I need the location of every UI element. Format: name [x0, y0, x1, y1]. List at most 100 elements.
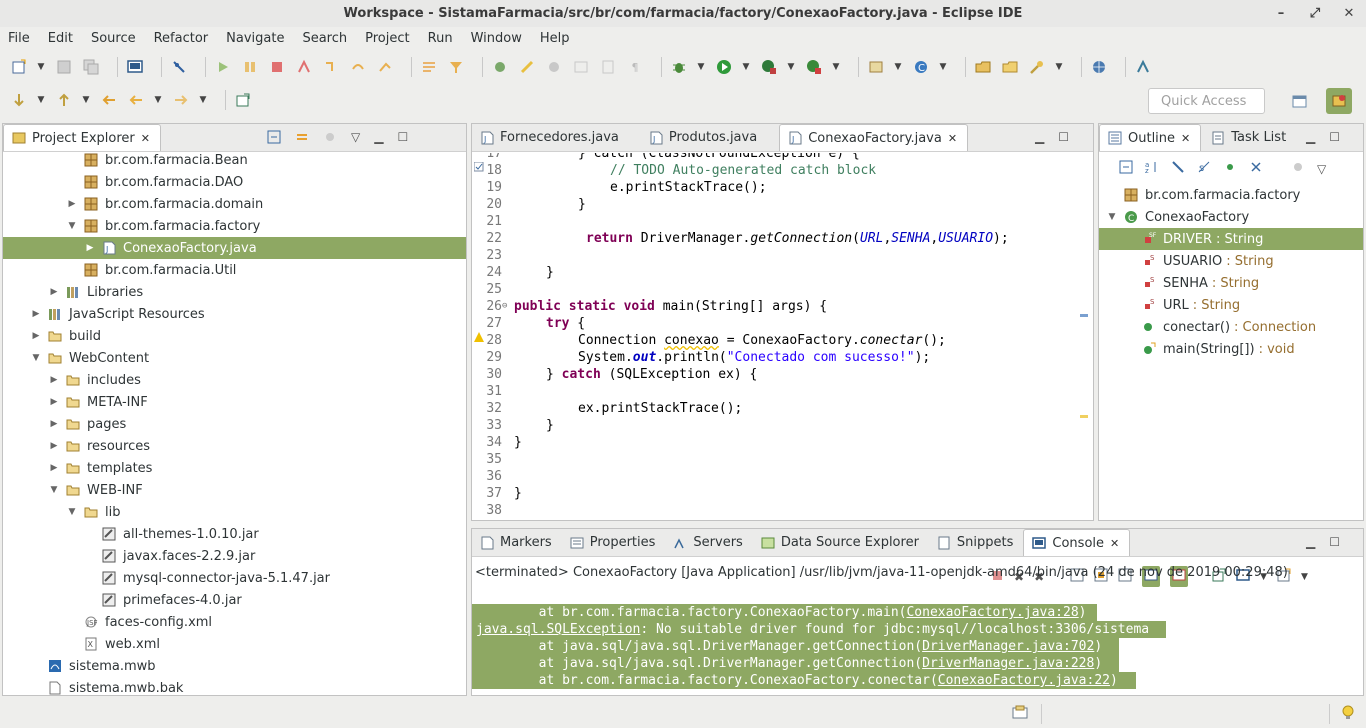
debug-dropdown-icon[interactable]: ▼ — [697, 59, 705, 75]
block-selection-icon[interactable] — [545, 59, 563, 75]
previous-annotation-dropdown-icon[interactable]: ▼ — [82, 92, 90, 108]
stack-trace-link[interactable]: DriverManager.java:702 — [922, 639, 1094, 654]
menu-search[interactable]: Search — [302, 31, 347, 46]
run-dropdown-icon[interactable]: ▼ — [742, 59, 750, 75]
previous-annotation-icon[interactable] — [55, 92, 73, 108]
step-over-icon[interactable] — [349, 59, 367, 75]
menu-refactor[interactable]: Refactor — [154, 31, 209, 46]
console-output[interactable]: at br.com.farmacia.factory.ConexaoFactor… — [472, 604, 1363, 695]
last-edit-location-icon[interactable] — [100, 92, 118, 108]
toggle-breakpoint-icon[interactable] — [491, 59, 509, 75]
menu-file[interactable]: File — [8, 31, 30, 46]
overview-ruler-warning[interactable] — [1080, 415, 1088, 418]
tree-item[interactable]: ▶ Libraries — [3, 281, 466, 303]
workspace-status-icon[interactable] — [1012, 705, 1030, 725]
collapse-arrow-icon[interactable]: ▼ — [49, 485, 59, 495]
maximize-view-icon[interactable]: ☐ — [1058, 130, 1069, 144]
outline-item[interactable]: ▼ C ConexaoFactory — [1099, 206, 1363, 228]
new-java-class-icon[interactable]: C — [912, 59, 930, 75]
skip-breakpoints-icon[interactable] — [170, 59, 188, 75]
collapse-arrow-icon[interactable]: ▼ — [67, 221, 77, 231]
tree-item[interactable]: JSF faces-config.xml — [3, 611, 466, 633]
view-menu-icon[interactable]: ▽ — [1317, 162, 1326, 176]
tab-conexaofactory[interactable]: J ConexaoFactory.java ✕ — [779, 124, 969, 151]
new-class-dropdown-icon[interactable]: ▼ — [939, 59, 947, 75]
expand-arrow-icon[interactable]: ▶ — [49, 375, 59, 385]
tab-servers[interactable]: Servers — [665, 529, 752, 556]
run-icon[interactable] — [715, 59, 733, 75]
tree-item-selected[interactable]: ▶ J ConexaoFactory.java — [3, 237, 466, 259]
overview-ruler-marker[interactable] — [1080, 314, 1088, 317]
open-type-icon[interactable] — [974, 59, 992, 75]
step-return-icon[interactable] — [376, 59, 394, 75]
hide-static-icon[interactable]: s — [1197, 160, 1211, 177]
new-dropdown-icon[interactable]: ▼ — [37, 59, 45, 75]
tree-item[interactable]: ▶ includes — [3, 369, 466, 391]
suspend-icon[interactable] — [241, 59, 259, 75]
filters-icon[interactable] — [323, 130, 337, 147]
code-editor[interactable]: 17} catch (ClassNotFoundException e) { 1… — [472, 153, 1093, 520]
tree-item[interactable]: primefaces-4.0.jar — [3, 589, 466, 611]
collapse-arrow-icon[interactable]: ▼ — [31, 353, 41, 363]
close-icon[interactable]: ✕ — [1181, 132, 1190, 145]
minimize-view-icon[interactable]: ▁ — [1306, 130, 1315, 144]
outline-item[interactable]: br.com.farmacia.factory — [1099, 184, 1363, 206]
maximize-view-icon[interactable]: ☐ — [397, 130, 408, 147]
use-step-filters-icon[interactable] — [447, 59, 465, 75]
tab-fornecedores[interactable]: J Fornecedores.java — [472, 124, 629, 151]
forward-dropdown-icon[interactable]: ▼ — [199, 92, 207, 108]
menu-navigate[interactable]: Navigate — [226, 31, 284, 46]
expand-arrow-icon[interactable]: ▶ — [31, 331, 41, 341]
new-project-dropdown-icon[interactable]: ▼ — [894, 59, 902, 75]
search-dropdown-icon[interactable]: ▼ — [1055, 59, 1063, 75]
maximize-view-icon[interactable]: ☐ — [1329, 130, 1340, 144]
exception-link[interactable]: java.sql.SQLException — [476, 622, 640, 637]
java-ee-perspective-icon[interactable] — [1326, 88, 1352, 114]
tree-item[interactable]: br.com.farmacia.DAO — [3, 171, 466, 193]
new-java-project-icon[interactable] — [867, 59, 885, 75]
expand-arrow-icon[interactable]: ▶ — [49, 463, 59, 473]
server-icon[interactable] — [1134, 59, 1152, 75]
tree-item[interactable]: javax.faces-2.2.9.jar — [3, 545, 466, 567]
close-icon[interactable]: ✕ — [1110, 537, 1119, 550]
open-console-dropdown-icon[interactable]: ▼ — [1301, 572, 1308, 582]
outline-item[interactable]: S SENHA: String — [1099, 272, 1363, 294]
link-with-editor-icon[interactable] — [295, 130, 309, 147]
expand-arrow-icon[interactable]: ▶ — [49, 419, 59, 429]
back-icon[interactable] — [127, 92, 145, 108]
forward-icon[interactable] — [172, 92, 190, 108]
expand-arrow-icon[interactable]: ▶ — [31, 309, 41, 319]
debug-icon[interactable] — [670, 59, 688, 75]
quick-access-input[interactable]: Quick Access — [1148, 88, 1265, 114]
web-browser-icon[interactable] — [1090, 59, 1108, 75]
close-button[interactable]: ✕ — [1342, 0, 1356, 27]
close-icon[interactable]: ✕ — [141, 132, 150, 145]
coverage-icon[interactable] — [760, 59, 778, 75]
fold-icon[interactable]: ⊖ — [502, 298, 507, 315]
step-into-icon[interactable] — [322, 59, 340, 75]
back-dropdown-icon[interactable]: ▼ — [154, 92, 162, 108]
tab-snippets[interactable]: Snippets — [929, 529, 1023, 556]
hide-local-types-icon[interactable] — [1249, 160, 1263, 177]
paragraph-icon[interactable]: ¶ — [626, 59, 644, 75]
resume-icon[interactable] — [214, 59, 232, 75]
minimize-button[interactable]: – — [1274, 0, 1288, 27]
tab-properties[interactable]: Properties — [562, 529, 666, 556]
collapse-all-icon[interactable] — [267, 130, 281, 147]
stack-trace-link[interactable]: DriverManager.java:228 — [922, 656, 1094, 671]
tree-item[interactable]: ▶ META-INF — [3, 391, 466, 413]
tree-item[interactable]: ▶ templates — [3, 457, 466, 479]
mark-occurrences-icon[interactable] — [518, 59, 536, 75]
minimize-view-icon[interactable]: ▁ — [1306, 535, 1315, 549]
expand-arrow-icon[interactable]: ▶ — [49, 287, 59, 297]
tree-item[interactable]: br.com.farmacia.Bean — [3, 153, 466, 171]
outline-item[interactable]: main(String[]): void — [1099, 338, 1363, 360]
open-perspective-icon[interactable] — [1287, 88, 1313, 114]
tree-item[interactable]: ▶ br.com.farmacia.domain — [3, 193, 466, 215]
hide-fields-icon[interactable] — [1171, 160, 1185, 177]
tab-console[interactable]: Console ✕ — [1023, 529, 1131, 556]
tip-lightbulb-icon[interactable] — [1341, 705, 1355, 725]
next-annotation-icon[interactable] — [10, 92, 28, 108]
tab-project-explorer[interactable]: Project Explorer ✕ — [3, 124, 161, 151]
tree-item[interactable]: all-themes-1.0.10.jar — [3, 523, 466, 545]
